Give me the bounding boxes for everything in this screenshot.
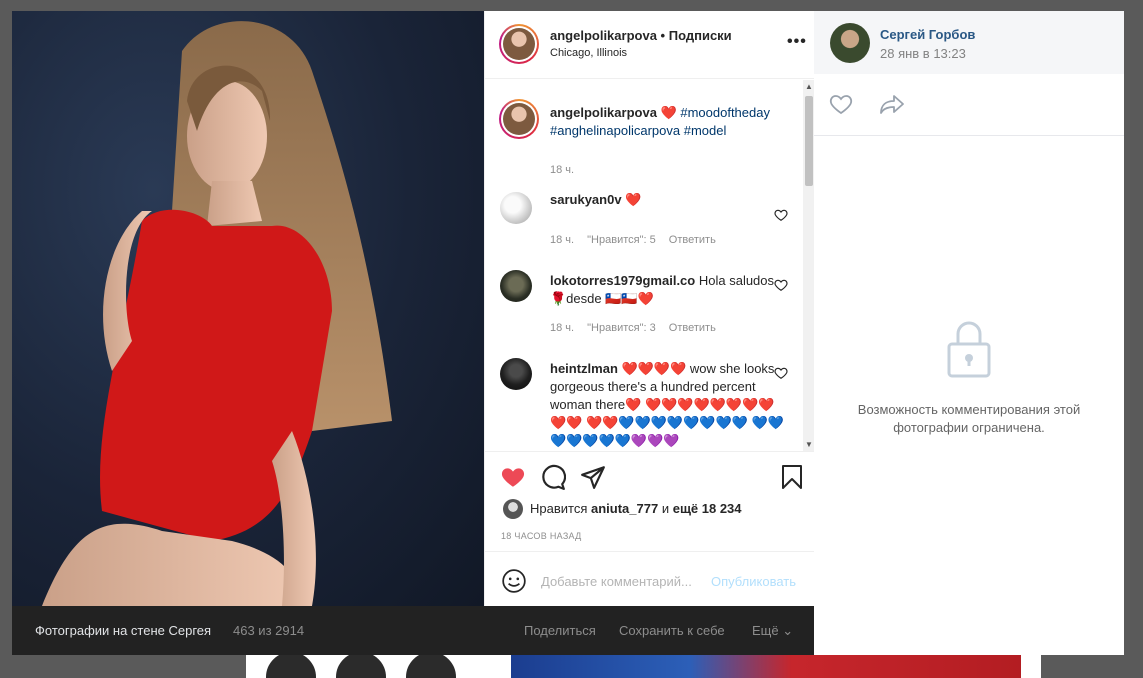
vk-author-name[interactable]: Сергей Горбов xyxy=(880,27,975,42)
scroll-up-icon[interactable]: ▲ xyxy=(805,82,813,91)
post-header: angelpolikarpova • Подписки Chicago, Ill… xyxy=(485,11,815,79)
vk-side-panel: Сергей Горбов 28 янв в 13:23 Возможность… xyxy=(814,11,1124,655)
author-avatar[interactable] xyxy=(499,24,539,64)
comments-scroll-area[interactable]: angelpolikarpova ❤️ #moodoftheday #anghe… xyxy=(485,80,815,451)
vk-like-icon[interactable] xyxy=(828,92,854,116)
commenter-username[interactable]: lokotorres1979gmail.co xyxy=(550,273,695,288)
lock-icon xyxy=(947,321,991,378)
comment-likes[interactable]: "Нравится": 5 xyxy=(587,234,656,246)
author-username[interactable]: angelpolikarpova • Подписки xyxy=(550,28,732,43)
liker-username[interactable]: aniuta_777 xyxy=(591,501,658,516)
model-photo-illustration xyxy=(42,21,392,606)
comment-like-icon[interactable] xyxy=(774,366,788,380)
save-button[interactable]: Сохранить к себе xyxy=(619,623,725,638)
caption-avatar[interactable] xyxy=(499,99,539,139)
vk-post-header: Сергей Горбов 28 янв в 13:23 xyxy=(814,11,1124,74)
separator-dot: • xyxy=(660,28,666,43)
photo-counter: 463 из 2914 xyxy=(233,623,305,638)
reply-button[interactable]: Ответить xyxy=(669,234,716,246)
comments-restricted-message: Возможность комментирования этой фотогра… xyxy=(857,402,1081,435)
comment-meta: 18 ч. "Нравится": 3 Ответить xyxy=(550,322,726,334)
caption-username[interactable]: angelpolikarpova xyxy=(550,105,657,120)
vk-share-icon[interactable] xyxy=(878,92,906,116)
comment-input[interactable]: Добавьте комментарий... xyxy=(541,574,692,589)
share-icon[interactable] xyxy=(580,464,606,490)
comment-icon[interactable] xyxy=(540,464,566,490)
follow-button[interactable]: Подписки xyxy=(669,28,732,43)
comment-box: Добавьте комментарий... Опубликовать xyxy=(485,551,815,606)
reply-button[interactable]: Ответить xyxy=(669,322,716,334)
post-location[interactable]: Chicago, Illinois xyxy=(550,47,627,59)
instagram-embed: angelpolikarpova • Подписки Chicago, Ill… xyxy=(484,11,815,606)
comment-like-icon[interactable] xyxy=(774,208,788,222)
emoji-icon[interactable] xyxy=(501,568,527,594)
like-heart-icon[interactable] xyxy=(499,464,527,490)
comment-body: ❤️ xyxy=(625,192,642,207)
hashtag-link[interactable]: #model xyxy=(684,123,727,138)
more-options-icon[interactable]: ••• xyxy=(787,33,807,51)
share-button[interactable]: Поделиться xyxy=(524,623,596,638)
comment-likes[interactable]: "Нравится": 3 xyxy=(587,322,656,334)
caption-text: angelpolikarpova ❤️ #moodoftheday #anghe… xyxy=(550,104,790,140)
publish-button[interactable]: Опубликовать xyxy=(711,574,796,589)
scrollbar-thumb[interactable] xyxy=(805,96,813,186)
comment-text: lokotorres1979gmail.co Hola saludos 🌹des… xyxy=(550,272,790,308)
likes-count[interactable]: ещё 18 234 xyxy=(673,501,742,516)
photo-viewer: angelpolikarpova • Подписки Chicago, Ill… xyxy=(12,11,1124,655)
vk-actions xyxy=(814,74,1124,136)
album-title[interactable]: Фотографии на стене Сергея xyxy=(35,623,211,638)
comment-meta: 18 ч. "Нравится": 5 Ответить xyxy=(550,234,726,246)
post-time: 18 ЧАСОВ НАЗАД xyxy=(501,531,582,541)
bookmark-icon[interactable] xyxy=(780,464,804,490)
caption-time: 18 ч. xyxy=(550,164,575,176)
post-photo[interactable] xyxy=(12,11,484,606)
vk-author-avatar[interactable] xyxy=(830,23,870,63)
heart-emoji: ❤️ xyxy=(660,105,677,120)
viewer-bottom-bar: Фотографии на стене Сергея 463 из 2914 П… xyxy=(12,606,814,655)
commenter-username[interactable]: sarukyan0v xyxy=(550,192,622,207)
comment-time: 18 ч. xyxy=(550,322,575,334)
liker-avatar[interactable] xyxy=(503,499,523,519)
comment-text: heintzlman ❤️❤️❤️❤️ wow she looks gorgeo… xyxy=(550,360,790,450)
hashtag-link[interactable]: #moodoftheday xyxy=(680,105,770,120)
commenter-avatar[interactable] xyxy=(500,270,532,302)
scroll-down-icon[interactable]: ▼ xyxy=(805,440,813,449)
likes-summary[interactable]: Нравится aniuta_777 и ещё 18 234 xyxy=(530,501,742,516)
hashtag-link[interactable]: #anghelinapolicarpova xyxy=(550,123,680,138)
background-poster xyxy=(511,652,1021,678)
commenter-avatar[interactable] xyxy=(500,192,532,224)
author-username-text[interactable]: angelpolikarpova xyxy=(550,28,657,43)
comment-text: sarukyan0v ❤️ xyxy=(550,191,790,209)
more-button[interactable]: Ещё ⌄ xyxy=(752,623,793,639)
post-actions: Нравится aniuta_777 и ещё 18 234 18 ЧАСО… xyxy=(485,451,815,551)
commenter-avatar[interactable] xyxy=(500,358,532,390)
comment-like-icon[interactable] xyxy=(774,278,788,292)
vk-post-date[interactable]: 28 янв в 13:23 xyxy=(880,46,966,61)
commenter-username[interactable]: heintzlman xyxy=(550,361,618,376)
comment-time: 18 ч. xyxy=(550,234,575,246)
